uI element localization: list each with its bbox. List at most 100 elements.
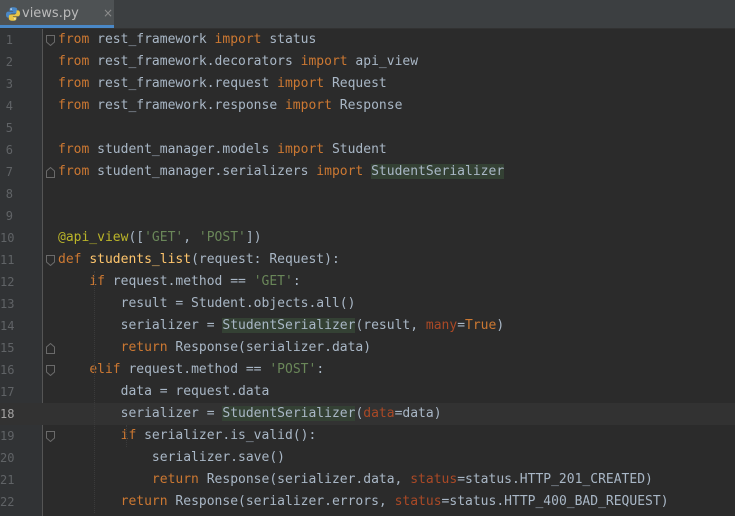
tab-views-py[interactable]: views.py × [0,0,114,28]
code-line-20[interactable]: 20 serializer.save() [0,447,735,469]
code-line-10[interactable]: 10 @api_view(['GET', 'POST']) [0,227,735,249]
code-text: data = request.data [58,381,270,403]
code-line-22[interactable]: 22 return Response(serializer.errors, st… [0,491,735,513]
tab-label: views.py [22,6,79,21]
decorator: @api_view [58,230,129,245]
code-line-18[interactable]: 18 serializer = StudentSerializer(data=d… [0,403,735,425]
keyword: import [284,98,332,113]
code-text: status [261,32,317,47]
code-line-19[interactable]: 19 if serializer.is_valid(): [0,425,735,447]
code-text: serializer = [58,318,223,333]
line-number: 8 [5,187,13,201]
keyword: True [465,318,497,333]
fold-end-icon[interactable] [46,343,55,354]
fold-start-icon[interactable] [46,255,55,266]
line-number: 3 [5,77,13,91]
keyword: return [120,494,168,509]
keyword: def [58,252,82,267]
code-text: =data) [394,406,442,421]
code-line-14[interactable]: 14 serializer = StudentSerializer(result… [0,315,735,337]
code-line-17[interactable]: 17 data = request.data [0,381,735,403]
fold-start-icon[interactable] [46,431,55,442]
line-number: 4 [5,99,13,113]
keyword: import [316,164,364,179]
named-argument: many [425,318,458,333]
line-number: 14 [0,319,15,333]
code-text: serializer = StudentSerializer(result, m… [58,315,504,337]
line-number: 12 [0,275,15,289]
code-text: return Response(serializer.data) [58,337,371,359]
keyword: from [58,142,90,157]
fold-end-icon[interactable] [46,167,55,178]
keyword: from [58,76,90,91]
code-line-4[interactable]: 4 from rest_framework.response import Res… [0,95,735,117]
editor-tab-bar: views.py × [0,0,735,29]
code-text: return Response(serializer.data, status=… [58,469,653,491]
code-text: ) [496,318,505,333]
code-line-7[interactable]: 7 from student_manager.serializers import… [0,161,735,183]
code-line-12[interactable]: 12 if request.method == 'GET': [0,271,735,293]
code-line-11[interactable]: 11 def students_list(request: Request): [0,249,735,271]
line-number: 7 [5,165,13,179]
python-file-icon [6,7,20,21]
code-text: serializer.is_valid(): [136,428,317,443]
line-number: 17 [0,385,15,399]
code-line-16[interactable]: 16 elif request.method == 'POST': [0,359,735,381]
code-text: request.method == [104,274,254,289]
code-text: def students_list(request: Request): [58,249,340,271]
line-number: 16 [0,363,15,377]
code-text: @api_view(['GET', 'POST']) [58,227,262,249]
code-text: return Response(serializer.errors, statu… [58,491,669,513]
line-number: 1 [5,33,13,47]
code-text: elif request.method == 'POST': [58,359,324,381]
line-number: 20 [0,451,15,465]
code-text: from rest_framework.request import Reque… [58,73,387,95]
usage-highlight: StudentSerializer [222,318,356,333]
code-text: Response(serializer.errors, [167,494,395,509]
code-line-5[interactable]: 5 [0,117,735,139]
code-text: rest_framework.request [89,76,278,91]
code-text: : [316,362,325,377]
code-text: = [457,318,466,333]
code-text: rest_framework.decorators [89,54,301,69]
code-line-2[interactable]: 2 from rest_framework.decorators import a… [0,51,735,73]
code-line-21[interactable]: 21 return Response(serializer.data, stat… [0,469,735,491]
named-argument: data [363,406,395,421]
keyword: return [151,472,199,487]
fold-start-icon[interactable] [46,365,55,376]
keyword: from [58,54,90,69]
code-line-13[interactable]: 13 result = Student.objects.all() [0,293,735,315]
keyword: import [214,32,262,47]
code-text: data = request.data [58,384,270,399]
code-text: rest_framework [89,32,215,47]
keyword: from [58,98,90,113]
code-line-3[interactable]: 3 from rest_framework.request import Requ… [0,73,735,95]
fold-start-icon[interactable] [46,35,55,46]
close-icon[interactable]: × [103,5,113,21]
function-name: students_list [89,252,192,267]
code-text: student_manager.models [89,142,278,157]
code-text: api_view [347,54,419,69]
code-line-9[interactable]: 9 [0,205,735,227]
line-number: 9 [5,209,13,223]
code-line-6[interactable]: 6 from student_manager.models import Stud… [0,139,735,161]
code-text: serializer.save() [58,450,285,465]
code-text: serializer.save() [58,447,285,469]
line-number: 15 [0,341,15,355]
keyword: import [277,142,325,157]
code-editor: 1 from rest_framework import status 2 from … [0,29,735,516]
line-number: 5 [5,121,13,135]
keyword: from [58,32,90,47]
indent-guide [126,425,127,447]
code-text: ]) [245,230,262,245]
code-line-8[interactable]: 8 [0,183,735,205]
code-text: Response [331,98,403,113]
code-text: from student_manager.serializers import … [58,161,505,183]
code-text: (result, [355,318,426,333]
code-line-15[interactable]: 15 return Response(serializer.data) [0,337,735,359]
code-line-1[interactable]: 1 from rest_framework import status [0,29,735,51]
code-text: =status.HTTP_400_BAD_REQUEST) [441,494,669,509]
